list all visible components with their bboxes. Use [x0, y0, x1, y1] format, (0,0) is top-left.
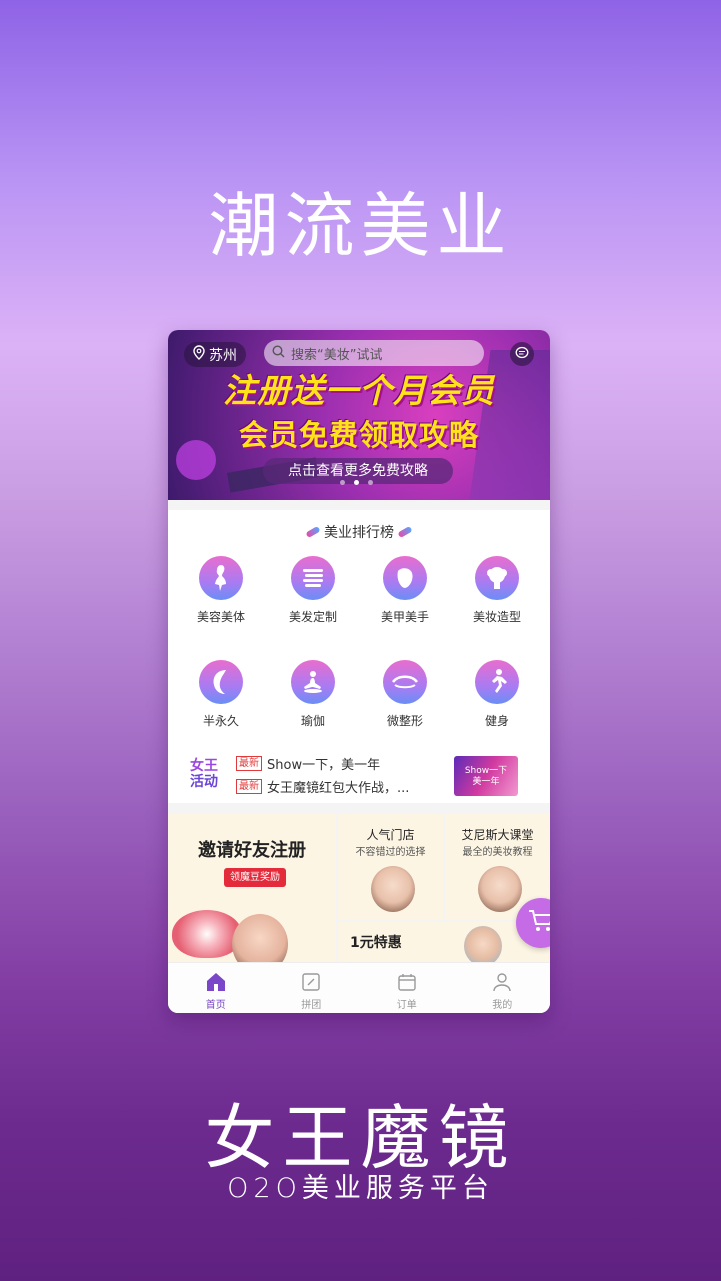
- pagination-dot[interactable]: [368, 480, 373, 485]
- category-hair[interactable]: 美发定制: [278, 556, 348, 625]
- banner[interactable]: 苏州 搜索“美妆”试试 注册送一个月会员 会员免费领取攻略 点击查看更多免费攻略: [168, 330, 550, 500]
- news-text: Show一下，美一年: [267, 758, 381, 773]
- banner-subtitle: 会员免费领取攻略: [238, 418, 479, 452]
- nail-icon: [383, 556, 427, 600]
- tab-home[interactable]: 首页: [168, 963, 264, 1013]
- promo-headline-top: 潮流美业: [208, 185, 513, 267]
- lips-image: [172, 910, 242, 958]
- model-image: [232, 914, 288, 962]
- ranking-title[interactable]: 美业排行榜: [168, 522, 550, 542]
- ranking-deco-left: [305, 525, 321, 539]
- face-profile-icon: [199, 660, 243, 704]
- news-thumbnail[interactable]: Show一下 美一年: [454, 756, 518, 796]
- category-fitness[interactable]: 健身: [462, 660, 532, 729]
- hair-icon: [291, 556, 335, 600]
- invite-badge[interactable]: 领魔豆奖励: [224, 868, 286, 887]
- class-title: 艾尼斯大课堂: [461, 828, 534, 842]
- tab-group-buy[interactable]: 拼团: [264, 963, 360, 1013]
- category-micro-surgery[interactable]: 微整形: [370, 660, 440, 729]
- shop-title: 人气门店: [366, 828, 415, 842]
- location-pin-icon: [193, 345, 205, 364]
- message-button[interactable]: [510, 342, 534, 366]
- makeup-icon: [475, 556, 519, 600]
- category-panel: 美业排行榜 美容美体 美发定制 美甲美手 美妆造型 半永久 瑜伽 微整形 健身 …: [168, 510, 550, 803]
- popular-shop-card[interactable]: 人气门店 不容错过的选择: [338, 814, 443, 920]
- category-beauty-body[interactable]: 美容美体: [186, 556, 256, 625]
- group-buy-icon: [264, 971, 360, 993]
- news-tag: 最新: [236, 756, 262, 771]
- calendar-icon: [359, 971, 455, 993]
- chat-icon: [515, 345, 529, 364]
- news-item[interactable]: 最新 Show一下，美一年: [236, 754, 380, 773]
- search-icon: [272, 344, 285, 362]
- category-nail[interactable]: 美甲美手: [370, 556, 440, 625]
- deal-model-image: [464, 926, 502, 962]
- search-placeholder: 搜索“美妆”试试: [291, 347, 383, 363]
- news-ticker: 女王 活动 最新 Show一下，美一年 最新 女王魔镜红包大作战，... Sho…: [168, 750, 550, 800]
- banner-title: 注册送一个月会员: [223, 371, 495, 410]
- shop-subtitle: 不容错过的选择: [355, 847, 426, 858]
- class-model-image: [478, 866, 522, 912]
- shop-model-image: [371, 866, 415, 912]
- user-icon: [455, 971, 551, 993]
- location-label: 苏州: [209, 347, 237, 364]
- category-yoga[interactable]: 瑜伽: [278, 660, 348, 729]
- cart-icon: [527, 908, 550, 938]
- search-input[interactable]: 搜索“美妆”试试: [264, 340, 484, 366]
- beauty-body-icon: [199, 556, 243, 600]
- phone-mockup: 苏州 搜索“美妆”试试 注册送一个月会员 会员免费领取攻略 点击查看更多免费攻略…: [168, 330, 550, 1013]
- news-text: 女王魔镜红包大作战，...: [267, 781, 410, 796]
- news-item[interactable]: 最新 女王魔镜红包大作战，...: [236, 777, 409, 796]
- tab-mine[interactable]: 我的: [455, 963, 551, 1013]
- app-tagline: O2O美业服务平台: [227, 1173, 494, 1204]
- category-makeup[interactable]: 美妆造型: [462, 556, 532, 625]
- home-icon: [168, 971, 264, 993]
- deal-title: 1元特惠: [350, 935, 402, 951]
- news-tag: 最新: [236, 779, 262, 794]
- bottom-tab-bar: 首页 拼团 订单 我的: [168, 962, 550, 1013]
- running-icon: [475, 660, 519, 704]
- category-semi-permanent[interactable]: 半永久: [186, 660, 256, 729]
- class-subtitle: 最全的美妆教程: [462, 847, 533, 858]
- pagination-dot-active[interactable]: [354, 480, 359, 485]
- feature-grid: 邀请好友注册 领魔豆奖励 人气门店 不容错过的选择 艾尼斯大课堂 最全的美妆教程…: [168, 814, 550, 962]
- ranking-deco-right: [397, 525, 413, 539]
- invite-title: 邀请好友注册: [198, 840, 306, 861]
- banner-pagination: [340, 480, 373, 485]
- tab-orders[interactable]: 订单: [359, 963, 455, 1013]
- eye-icon: [383, 660, 427, 704]
- invite-card[interactable]: 邀请好友注册 领魔豆奖励: [168, 814, 336, 962]
- yoga-icon: [291, 660, 335, 704]
- queen-activity-logo: 女王 活动: [190, 758, 218, 790]
- pagination-dot[interactable]: [340, 480, 345, 485]
